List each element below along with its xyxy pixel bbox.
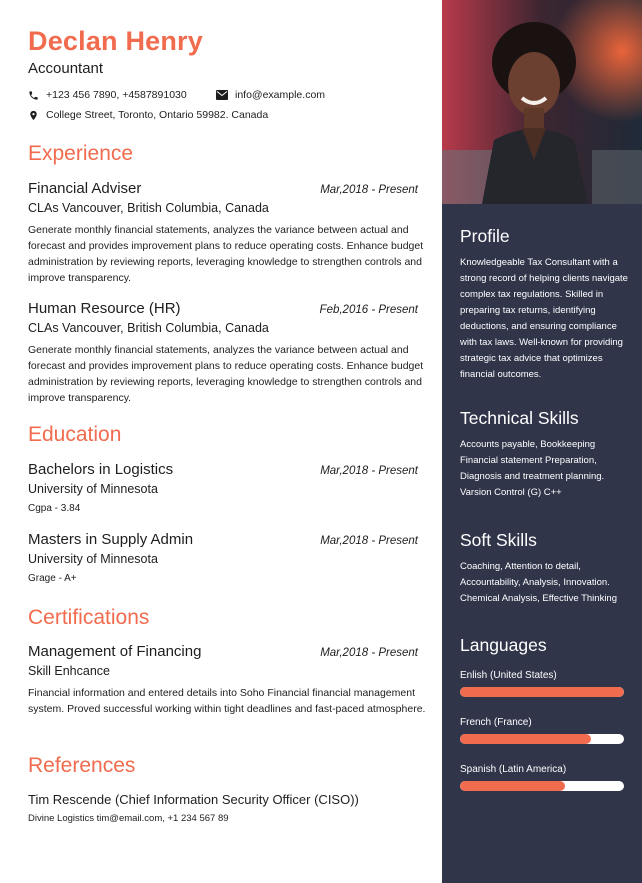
certification-item: Management of Financing Mar,2018 - Prese… (28, 643, 425, 717)
education-item: Bachelors in Logistics Mar,2018 - Presen… (28, 461, 418, 514)
location-pin-icon (30, 110, 37, 120)
education-heading: Education (28, 423, 122, 446)
language-name: Enlish (United States) (460, 670, 557, 681)
job-location: CLAs Vancouver, British Columbia, Canada (28, 201, 269, 215)
sidebar: Profile Knowledgeable Tax Consultant wit… (442, 0, 642, 883)
phone-text: +123 456 7890, +4587891030 (46, 89, 187, 101)
degree-title: Masters in Supply Admin (28, 531, 194, 548)
soft-skills-text: Coaching, Attention to detail, Accountab… (460, 561, 618, 604)
reference-detail: Divine Logistics tim@email.com, +1 234 5… (28, 813, 229, 824)
technical-skills-heading: Technical Skills (460, 408, 579, 428)
language-bar (460, 687, 624, 697)
language-item: Spanish (Latin America) (460, 764, 624, 791)
soft-skills-heading: Soft Skills (460, 530, 537, 550)
grade-text: Cgpa - 3.84 (28, 503, 81, 514)
job-location: CLAs Vancouver, British Columbia, Canada (28, 321, 269, 335)
phone-contact: +123 456 7890, +4587891030 (28, 89, 187, 101)
envelope-icon (216, 90, 228, 100)
language-bar-fill (460, 734, 592, 744)
email-contact: info@example.com (216, 89, 325, 101)
experience-item: Financial Adviser Mar,2018 - Present CLA… (28, 180, 423, 286)
phone-icon (29, 90, 38, 100)
job-title: Human Resource (HR) (28, 300, 181, 317)
degree-date: Mar,2018 - Present (320, 465, 418, 477)
certification-title: Management of Financing (28, 643, 202, 660)
reference-name: Tim Rescende (Chief Information Security… (28, 792, 359, 807)
language-item: Enlish (United States) (460, 670, 624, 697)
references-heading: References (28, 754, 136, 777)
language-bar (460, 781, 624, 791)
experience-heading: Experience (28, 142, 134, 165)
certifications-heading: Certifications (28, 606, 150, 629)
main-column: Declan Henry Accountant +123 456 7890, +… (0, 0, 442, 883)
certification-description: Financial information and entered detail… (28, 687, 426, 715)
job-date: Feb,2016 - Present (319, 304, 418, 316)
education-item: Masters in Supply Admin Mar,2018 - Prese… (28, 531, 418, 584)
school-name: University of Minnesota (28, 552, 158, 566)
language-name: French (France) (460, 717, 532, 728)
job-title: Financial Adviser (28, 180, 142, 197)
job-description: Generate monthly financial statements, a… (28, 344, 424, 404)
degree-date: Mar,2018 - Present (320, 535, 418, 547)
email-text: info@example.com (235, 89, 326, 101)
language-item: French (France) (460, 717, 624, 744)
languages-heading: Languages (460, 635, 547, 655)
job-date: Mar,2018 - Present (320, 184, 418, 196)
profile-heading: Profile (460, 226, 510, 246)
school-name: University of Minnesota (28, 482, 158, 496)
degree-title: Bachelors in Logistics (28, 461, 174, 478)
candidate-role: Accountant (28, 60, 104, 77)
technical-skills-text: Accounts payable, Bookkeeping Financial … (460, 439, 605, 498)
language-bar-fill (460, 781, 565, 791)
profile-photo (442, 0, 642, 204)
language-bar-fill (460, 687, 624, 697)
certification-subtitle: Skill Enhcance (28, 664, 110, 678)
address-text: College Street, Toronto, Ontario 59982. … (46, 109, 269, 121)
candidate-name: Declan Henry (28, 26, 203, 56)
grade-text: Grage - A+ (28, 573, 77, 584)
job-description: Generate monthly financial statements, a… (28, 224, 424, 284)
language-bar (460, 734, 624, 744)
language-name: Spanish (Latin America) (460, 764, 567, 775)
experience-item: Human Resource (HR) Feb,2016 - Present C… (28, 300, 423, 406)
certification-date: Mar,2018 - Present (320, 647, 418, 659)
address-contact: College Street, Toronto, Ontario 59982. … (28, 109, 268, 121)
profile-text: Knowledgeable Tax Consultant with a stro… (460, 257, 628, 380)
